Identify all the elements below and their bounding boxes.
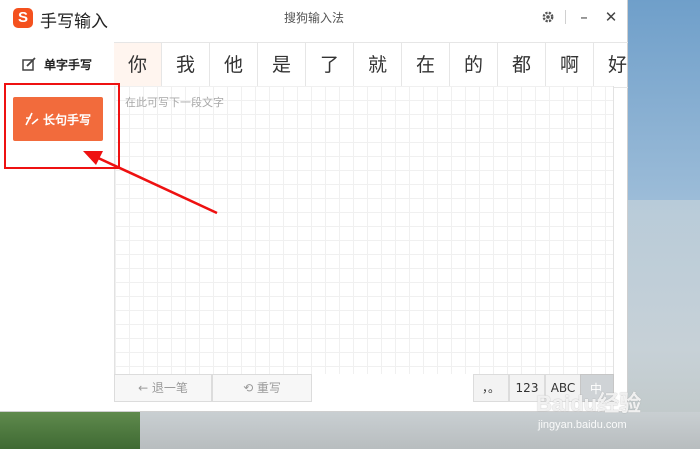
punctuation-button[interactable]: ，。 (473, 374, 509, 402)
close-button[interactable]: ✕ (601, 7, 621, 27)
desktop-background (140, 412, 700, 449)
candidate-char[interactable]: 就 (354, 43, 402, 87)
candidate-char[interactable]: 啊 (546, 43, 594, 87)
title-bar[interactable]: S 手写输入 搜狗输入法 – ✕ (0, 0, 628, 36)
desktop-background (628, 0, 700, 200)
title-separator (565, 10, 566, 24)
abc-button[interactable]: ABC (545, 374, 581, 402)
gear-icon[interactable] (538, 7, 558, 27)
sentence-write-icon (25, 112, 39, 126)
sidebar-item-single-char[interactable]: 单字手写 (18, 52, 108, 76)
candidate-char[interactable]: 我 (162, 43, 210, 87)
rewrite-button[interactable]: ⟲ 重写 (212, 374, 312, 402)
candidate-char[interactable]: 了 (306, 43, 354, 87)
handwriting-canvas[interactable]: 在此可写下一段文字 (114, 86, 614, 374)
sidebar-item-label: 长句手写 (43, 113, 92, 127)
handwriting-window: S 手写输入 搜狗输入法 – ✕ 单字手写 长句手写 你 我 他 是 了 就 在… (0, 0, 628, 412)
desktop-background (0, 412, 140, 449)
sogou-logo-icon: S (13, 8, 33, 28)
candidate-char[interactable]: 他 (210, 43, 258, 87)
candidate-bar: 你 我 他 是 了 就 在 的 都 啊 好 (114, 42, 628, 88)
candidate-char[interactable]: 在 (402, 43, 450, 87)
app-title: 手写输入 (40, 12, 108, 32)
undo-stroke-button[interactable]: ← 退一笔 (114, 374, 212, 402)
candidate-char[interactable]: 都 (498, 43, 546, 87)
candidate-char[interactable]: 是 (258, 43, 306, 87)
chinese-mode-label: 中 (590, 382, 603, 396)
candidate-char[interactable]: 你 (114, 43, 162, 87)
sidebar-item-long-sentence[interactable]: 长句手写 (13, 97, 103, 141)
minimize-button[interactable]: – (574, 7, 594, 27)
number-button[interactable]: 123 (509, 374, 545, 402)
window-subtitle: 搜狗输入法 (284, 11, 345, 25)
sidebar-item-label: 单字手写 (44, 58, 93, 72)
candidate-char[interactable]: 好 (594, 43, 628, 87)
candidate-char[interactable]: 的 (450, 43, 498, 87)
canvas-placeholder: 在此可写下一段文字 (125, 96, 224, 109)
pen-square-icon (22, 56, 36, 71)
chinese-mode-button[interactable]: 中 (580, 374, 614, 402)
